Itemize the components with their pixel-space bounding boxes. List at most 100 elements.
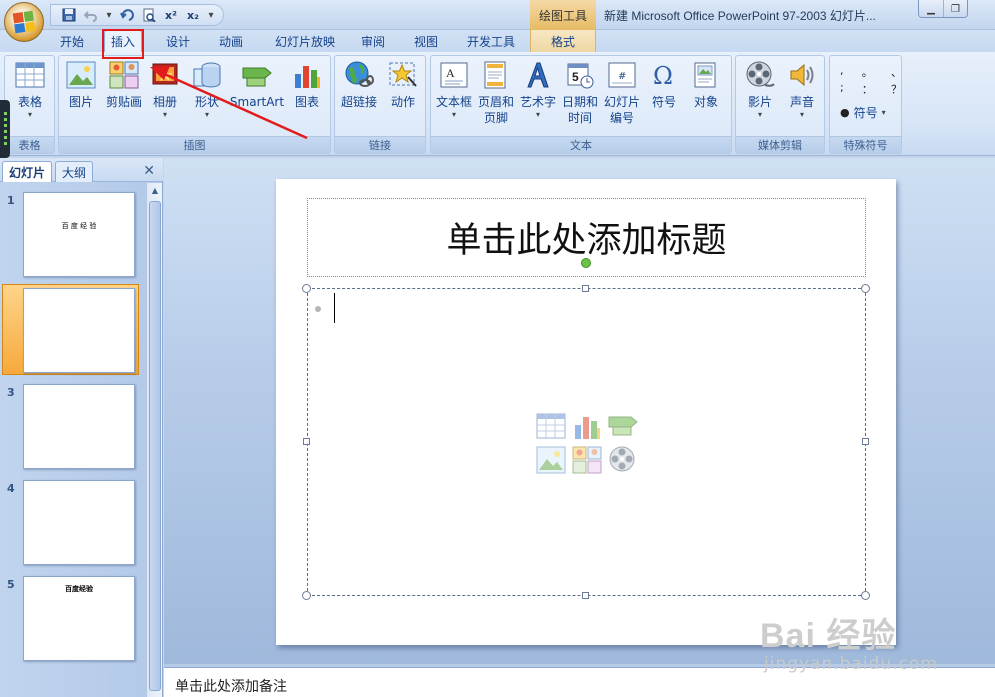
smartart-button[interactable]: SmartArt	[229, 59, 285, 110]
group-label-illustrations: 插图	[59, 136, 330, 153]
insert-picture-icon[interactable]	[534, 444, 568, 476]
group-label-links: 链接	[335, 136, 425, 153]
insert-smartart-icon[interactable]	[606, 410, 640, 442]
resize-handle[interactable]	[302, 284, 311, 293]
tab-slides[interactable]: 幻灯片	[2, 161, 53, 182]
movie-button[interactable]: 影片 ▾	[740, 59, 780, 120]
tab-slideshow[interactable]: 幻灯片放映	[265, 30, 345, 52]
album-button[interactable]: 相册 ▾	[147, 59, 183, 120]
picture-button[interactable]: 图片	[64, 59, 98, 110]
superscript-button[interactable]: x²	[161, 6, 181, 24]
resize-handle[interactable]	[303, 438, 310, 445]
insert-chart-icon[interactable]	[570, 410, 604, 442]
symbol-cell[interactable]: 、	[891, 64, 902, 81]
object-button[interactable]: 对象	[686, 59, 726, 110]
side-level-indicator	[0, 100, 10, 158]
resize-handle[interactable]	[582, 592, 589, 599]
textbox-label: 文本框	[435, 95, 472, 109]
scrollbar-thumb[interactable]	[149, 201, 161, 691]
tab-format[interactable]: 格式	[530, 30, 596, 52]
insert-media-icon[interactable]	[606, 444, 640, 476]
table-button[interactable]: 表格 ▾	[12, 59, 48, 120]
special-symbol-label: 符号	[853, 106, 878, 120]
save-icon[interactable]	[59, 6, 79, 24]
tab-insert[interactable]: 插入	[104, 30, 142, 52]
resize-handle[interactable]	[582, 285, 589, 292]
title-bar: ▾ x² x₂ ▾ 绘图工具 新建 Microsoft Office Power…	[0, 0, 995, 30]
chart-button[interactable]: 图表	[287, 59, 327, 110]
chevron-down-icon: ▾	[162, 110, 167, 119]
table-label: 表格	[17, 95, 42, 109]
slide-thumbnail-1[interactable]: 百 度 经 验	[23, 192, 135, 277]
ribbon: 表格 ▾ 表格 图片 剪贴画 相册 ▾ 形状 ▾ SmartArt 图表 插图 …	[0, 52, 995, 156]
chevron-down-icon: ▾	[204, 110, 209, 119]
shapes-button[interactable]: 形状 ▾	[189, 59, 225, 120]
close-icon[interactable]: ✕	[143, 163, 155, 179]
group-special-symbols: , 。 、 ; ： ？ ● 符号 ▾ 特殊符号	[829, 55, 902, 154]
resize-handle[interactable]	[302, 591, 311, 600]
office-button[interactable]	[4, 2, 44, 42]
header-footer-icon	[480, 59, 512, 91]
tab-developer[interactable]: 开发工具	[458, 30, 524, 52]
notes-pane[interactable]: 单击此处添加备注	[164, 667, 995, 697]
scroll-up-icon[interactable]: ▲	[147, 183, 163, 199]
tab-home[interactable]: 开始	[52, 30, 92, 52]
slide-number-label-1: 幻灯片	[603, 95, 640, 109]
print-preview-icon[interactable]	[139, 6, 159, 24]
datetime-label-1: 日期和	[561, 95, 598, 109]
chart-icon	[291, 59, 323, 91]
insert-clipart-icon[interactable]	[570, 444, 604, 476]
slide-thumbnails: 1 百 度 经 验 2 3 4 5 百度经验	[0, 183, 146, 697]
symbol-cell[interactable]: ？	[891, 81, 902, 98]
special-symbol-button[interactable]: ● 符号 ▾	[840, 104, 886, 121]
tab-animation[interactable]: 动画	[210, 30, 252, 52]
tab-view[interactable]: 视图	[405, 30, 447, 52]
resize-handle[interactable]	[861, 284, 870, 293]
hyperlink-button[interactable]: 超链接	[339, 59, 379, 110]
action-button[interactable]: 动作	[385, 59, 421, 110]
customize-qat-icon[interactable]: ▾	[205, 10, 217, 21]
resize-handle[interactable]	[862, 438, 869, 445]
symbol-button[interactable]: Ω 符号	[646, 59, 682, 110]
datetime-button[interactable]: 5 日期和 时间	[560, 59, 600, 126]
slide-number: 1	[7, 194, 15, 207]
minimize-icon[interactable]: ▁	[919, 0, 943, 17]
symbol-cell[interactable]: ,	[840, 64, 844, 81]
restore-icon[interactable]: ❐	[943, 0, 967, 17]
slide-thumbnail-4[interactable]	[23, 480, 135, 565]
redo-icon[interactable]	[117, 6, 137, 24]
group-table: 表格 ▾ 表格	[4, 55, 55, 154]
drawing-tools-context-label: 绘图工具	[530, 0, 596, 30]
undo-icon[interactable]	[81, 6, 101, 24]
album-label: 相册	[152, 95, 177, 109]
symbol-cell[interactable]: ;	[840, 81, 844, 98]
slide-number-button[interactable]: # 幻灯片 编号	[602, 59, 642, 126]
header-footer-button[interactable]: 页眉和 页脚	[476, 59, 516, 126]
tab-review[interactable]: 审阅	[353, 30, 393, 52]
window-title: 新建 Microsoft Office PowerPoint 97-2003 幻…	[604, 9, 876, 23]
resize-handle[interactable]	[861, 591, 870, 600]
symbol-cell[interactable]: ：	[862, 81, 873, 98]
slide-thumbnail-3[interactable]	[23, 384, 135, 469]
sound-button[interactable]: 声音 ▾	[782, 59, 822, 120]
slides-pane-scrollbar[interactable]: ▲	[146, 183, 162, 697]
movie-label: 影片	[747, 95, 772, 109]
slide-thumbnail-2[interactable]	[23, 288, 135, 373]
slide-number: 4	[7, 482, 15, 495]
symbol-cell[interactable]: 。	[862, 64, 873, 81]
slide-thumbnail-5[interactable]: 百度经验	[23, 576, 135, 661]
clipart-button[interactable]: 剪贴画	[104, 59, 144, 110]
rotation-handle[interactable]	[581, 258, 591, 268]
wordart-button[interactable]: 艺术字 ▾	[518, 59, 558, 120]
subscript-button[interactable]: x₂	[183, 6, 203, 24]
textbox-button[interactable]: A 文本框 ▾	[434, 59, 474, 120]
sound-label: 声音	[789, 95, 814, 109]
calendar-clock-icon: 5	[564, 59, 596, 91]
tab-outline[interactable]: 大纲	[55, 161, 94, 182]
insert-table-icon[interactable]	[534, 410, 568, 442]
chart-label: 图表	[294, 95, 319, 109]
slide-number: 3	[7, 386, 15, 399]
tab-design[interactable]: 设计	[157, 30, 199, 52]
undo-dropdown-icon[interactable]: ▾	[103, 10, 115, 21]
symbol-label: 符号	[651, 95, 676, 109]
